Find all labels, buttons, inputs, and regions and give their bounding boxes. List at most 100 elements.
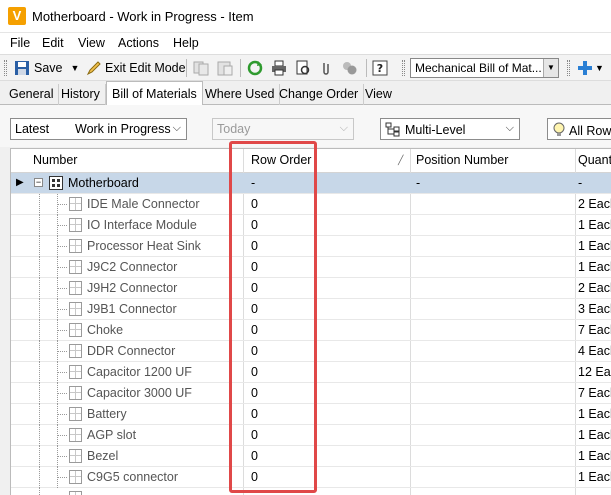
tab-bill-of-materials[interactable]: Bill of Materials <box>106 81 203 106</box>
table-row-root[interactable]: ▶ − Motherboard - - - <box>11 173 611 194</box>
tree-line <box>57 435 67 436</box>
row-order[interactable]: 0 <box>251 302 258 316</box>
quantity[interactable]: 1 Each <box>578 260 611 274</box>
position-number[interactable]: - <box>416 176 420 190</box>
row-order[interactable]: 0 <box>251 218 258 232</box>
quantity[interactable]: 1 Each <box>578 218 611 232</box>
chevron-down-icon[interactable]: ▼ <box>595 63 604 73</box>
version-state-select[interactable]: Latest Work in Progress ⌵ <box>10 118 187 140</box>
row-order[interactable]: 0 <box>251 428 258 442</box>
table-row[interactable]: J9C2 Connector 0 1 Each <box>11 257 611 278</box>
menu-actions[interactable]: Actions <box>118 36 159 50</box>
collapse-icon[interactable]: − <box>34 178 43 187</box>
tree-line <box>57 246 67 247</box>
chevron-down-icon: ⌵ <box>339 122 348 134</box>
menu-help[interactable]: Help <box>173 36 199 50</box>
quantity[interactable]: 1 Each <box>578 428 611 442</box>
tab-general[interactable]: General <box>4 84 60 105</box>
help-icon[interactable]: ? <box>372 58 388 78</box>
row-order[interactable]: 0 <box>251 449 258 463</box>
tree-line <box>57 204 67 205</box>
table-row[interactable]: J9H2 Connector 0 2 Each <box>11 278 611 299</box>
item-number: IDE Male Connector <box>87 197 200 211</box>
table-row[interactable]: J9B1 Connector 0 3 Each <box>11 299 611 320</box>
quantity[interactable]: 7 Each <box>578 323 611 337</box>
chevron-down-icon[interactable]: ▼ <box>71 63 80 73</box>
column-header-row-order[interactable]: Row Order <box>251 153 311 167</box>
column-edit-icon: ╱ <box>398 155 404 165</box>
table-row[interactable] <box>11 488 611 495</box>
paste-icon[interactable] <box>216 58 234 78</box>
row-order[interactable]: 0 <box>251 365 258 379</box>
structure-level-select[interactable]: Multi-Level ⌵ <box>380 118 520 140</box>
table-row[interactable]: IO Interface Module 0 1 Each <box>11 215 611 236</box>
row-order[interactable]: - <box>251 176 255 190</box>
row-order[interactable]: 0 <box>251 386 258 400</box>
tab-view[interactable]: View <box>360 84 397 105</box>
row-order[interactable]: 0 <box>251 407 258 421</box>
save-button[interactable]: Save ▼ <box>14 58 79 78</box>
quantity[interactable]: 2 Each <box>578 197 611 211</box>
column-header-quantity[interactable]: Quant <box>578 153 611 167</box>
bom-grid[interactable]: Number Row Order ╱ Position Number Quant… <box>10 148 611 495</box>
toolbar-grip[interactable] <box>4 60 7 76</box>
quantity[interactable]: 7 Each <box>578 386 611 400</box>
refresh-icon[interactable] <box>247 58 263 78</box>
row-order[interactable]: 0 <box>251 323 258 337</box>
copy-icon[interactable] <box>192 58 210 78</box>
table-row[interactable]: Capacitor 3000 UF 0 7 Each <box>11 383 611 404</box>
print-preview-icon[interactable] <box>295 58 311 78</box>
toolbar-grip[interactable] <box>402 60 405 76</box>
tab-where-used[interactable]: Where Used <box>200 84 281 105</box>
row-order[interactable]: 0 <box>251 470 258 484</box>
item-number: DDR Connector <box>87 344 176 358</box>
item-number: J9B1 Connector <box>87 302 177 316</box>
tab-change-order[interactable]: Change Order <box>274 84 365 105</box>
table-row[interactable]: Choke 0 7 Each <box>11 320 611 341</box>
quantity[interactable]: 3 Each <box>578 302 611 316</box>
row-order[interactable]: 0 <box>251 260 258 274</box>
table-row[interactable]: IDE Male Connector 0 2 Each <box>11 194 611 215</box>
table-row[interactable]: AGP slot 0 1 Each <box>11 425 611 446</box>
menu-file[interactable]: File <box>10 36 30 50</box>
column-header-number[interactable]: Number <box>33 153 77 167</box>
quantity[interactable]: 1 Each <box>578 449 611 463</box>
quantity[interactable]: - <box>578 176 582 190</box>
tree-line <box>39 257 40 278</box>
toolbar-grip[interactable] <box>567 60 570 76</box>
table-row[interactable]: Capacitor 1200 UF 0 12 Each <box>11 362 611 383</box>
quantity[interactable]: 2 Each <box>578 281 611 295</box>
quantity[interactable]: 1 Each <box>578 407 611 421</box>
add-component-button[interactable]: ▼ <box>577 58 604 78</box>
part-icon <box>69 281 82 295</box>
svg-text:?: ? <box>377 62 383 75</box>
quantity[interactable]: 1 Each <box>578 470 611 484</box>
attachment-icon[interactable] <box>320 58 332 78</box>
quantity[interactable]: 4 Each <box>578 344 611 358</box>
tab-history[interactable]: History <box>56 84 106 105</box>
table-row[interactable]: DDR Connector 0 4 Each <box>11 341 611 362</box>
menu-edit[interactable]: Edit <box>42 36 64 50</box>
quantity[interactable]: 1 Each <box>578 239 611 253</box>
row-order[interactable]: 0 <box>251 239 258 253</box>
lookup-icon[interactable] <box>341 58 359 78</box>
item-number: Capacitor 1200 UF <box>87 365 192 379</box>
row-order[interactable]: 0 <box>251 344 258 358</box>
vault-app-icon: V <box>8 7 26 25</box>
table-row[interactable]: Processor Heat Sink 0 1 Each <box>11 236 611 257</box>
tree-line <box>57 477 67 478</box>
all-rows-button[interactable]: All Row <box>547 118 611 140</box>
row-order[interactable]: 0 <box>251 197 258 211</box>
exit-edit-mode-button[interactable]: Exit Edit Mode <box>86 58 186 78</box>
quantity[interactable]: 12 Each <box>578 365 611 379</box>
bom-view-select[interactable]: Mechanical Bill of Mat... ▼ <box>410 58 559 78</box>
table-row[interactable]: Battery 0 1 Each <box>11 404 611 425</box>
chevron-down-icon[interactable]: ▼ <box>543 59 558 77</box>
menu-view[interactable]: View <box>78 36 105 50</box>
table-row[interactable]: Bezel 0 1 Each <box>11 446 611 467</box>
column-header-position-number[interactable]: Position Number <box>416 153 508 167</box>
row-order[interactable]: 0 <box>251 281 258 295</box>
print-icon[interactable] <box>271 58 287 78</box>
part-icon <box>69 428 82 442</box>
table-row[interactable]: C9G5 connector 0 1 Each <box>11 467 611 488</box>
